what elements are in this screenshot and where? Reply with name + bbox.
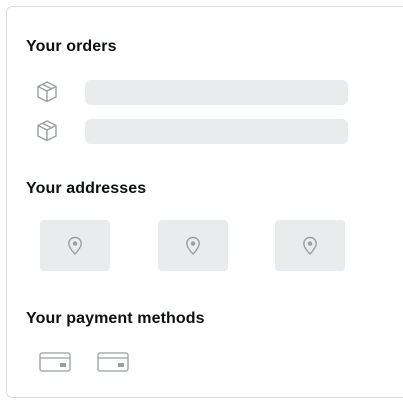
payment-methods-section-title[interactable]: Your payment methods: [26, 310, 205, 328]
package-box-icon: [37, 120, 57, 142]
location-pin-icon: [303, 236, 317, 255]
account-summary-card: [6, 6, 403, 398]
order-row[interactable]: [34, 118, 354, 144]
location-pin-icon: [186, 236, 200, 255]
orders-section-title[interactable]: Your orders: [26, 38, 117, 56]
address-tile[interactable]: [40, 220, 110, 271]
order-placeholder-bar: [85, 119, 348, 144]
address-tile[interactable]: [275, 220, 345, 271]
location-pin-icon: [68, 236, 82, 255]
package-box-icon: [37, 81, 57, 103]
credit-card-icon[interactable]: [96, 350, 130, 374]
order-placeholder-bar: [85, 80, 348, 105]
address-tile[interactable]: [158, 220, 228, 271]
order-row[interactable]: [34, 79, 354, 105]
credit-card-icon[interactable]: [38, 350, 72, 374]
addresses-section-title[interactable]: Your addresses: [26, 180, 146, 198]
